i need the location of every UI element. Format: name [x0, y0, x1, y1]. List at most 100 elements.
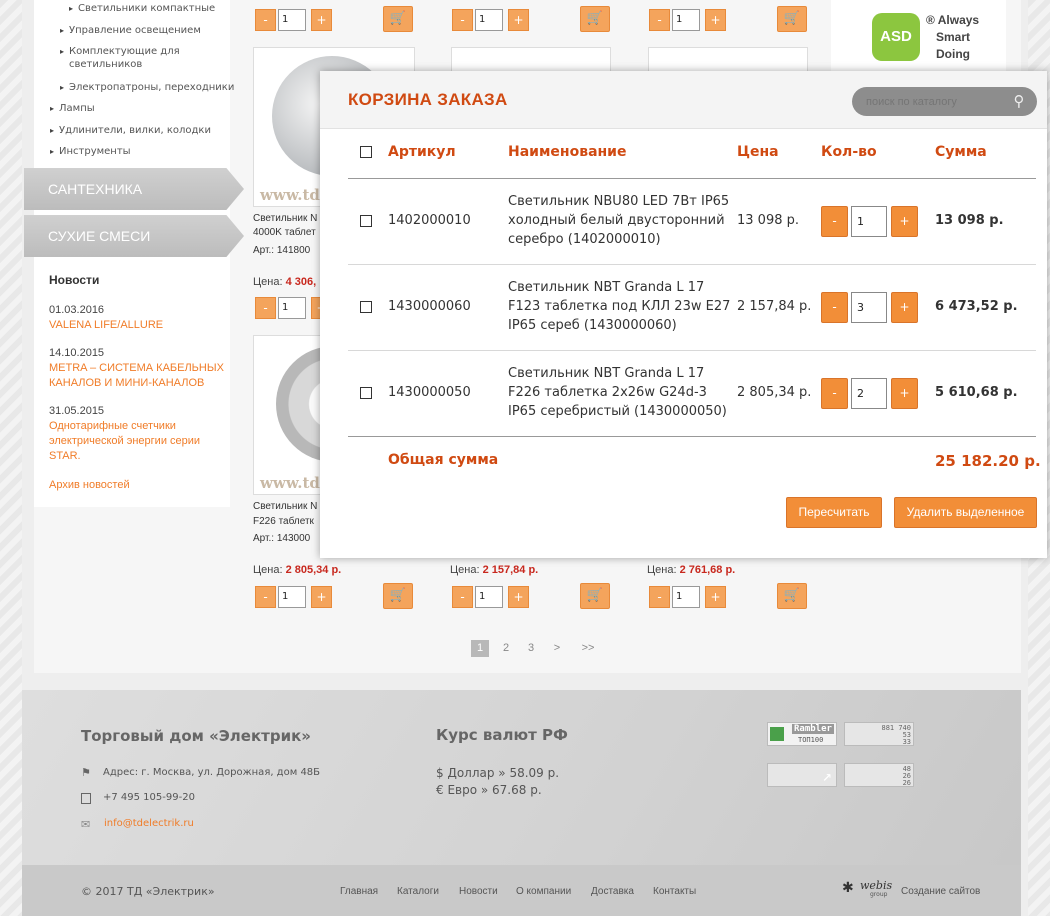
- delete-selected-button[interactable]: Удалить выделенное: [894, 497, 1037, 528]
- footer-nav-catalogs[interactable]: Каталоги: [397, 886, 439, 897]
- news-link[interactable]: VALENA LIFE/ALLURE: [49, 318, 224, 333]
- mail-counter[interactable]: 48 26 26: [844, 763, 914, 787]
- sidebar-tab-dry-mixes[interactable]: Сухие смеси: [24, 215, 244, 257]
- sidebar-item-compact-lamps[interactable]: Светильники компактные: [69, 2, 215, 15]
- row-checkbox[interactable]: [360, 215, 372, 227]
- qty-plus-button[interactable]: +: [508, 586, 529, 608]
- recalculate-button[interactable]: Пересчитать: [786, 497, 882, 528]
- sidebar-item-sockets[interactable]: Электропатроны, переходники: [60, 81, 234, 94]
- cart-row-name[interactable]: Светильник NBU80 LED 7Вт IP65 холодный б…: [508, 192, 729, 249]
- qty-minus-button[interactable]: -: [452, 586, 473, 608]
- qty-input[interactable]: 1: [278, 586, 306, 608]
- stats-counter[interactable]: ↗: [767, 763, 837, 787]
- qty-plus-button[interactable]: +: [705, 9, 726, 31]
- footer-nav-home[interactable]: Главная: [340, 886, 378, 897]
- qty-minus-button[interactable]: -: [255, 9, 276, 31]
- page-link-1[interactable]: 1: [471, 640, 489, 657]
- sidebar-item-tools[interactable]: Инструменты: [50, 145, 131, 158]
- product-name[interactable]: Светильник N: [253, 500, 319, 514]
- qty-minus-button[interactable]: -: [821, 292, 848, 323]
- add-to-cart-button[interactable]: 🛒: [580, 583, 610, 609]
- qty-input[interactable]: 1: [475, 586, 503, 608]
- cart-row-name[interactable]: Светильник NBT Granda L 17 F226 таблетка…: [508, 364, 727, 421]
- qty-minus-button[interactable]: -: [255, 586, 276, 608]
- footer-nav-contacts[interactable]: Контакты: [653, 886, 696, 897]
- footer-nav-news[interactable]: Новости: [459, 886, 498, 897]
- qty-input[interactable]: 3: [851, 292, 887, 323]
- cart-row-sum: 13 098 р.: [935, 213, 1004, 228]
- qty-input[interactable]: 1: [672, 9, 700, 31]
- qty-input[interactable]: 2: [851, 378, 887, 409]
- add-to-cart-button[interactable]: 🛒: [777, 583, 807, 609]
- price-value: 2 761,68 р.: [679, 564, 736, 576]
- rambler-counter[interactable]: Rambler ТОП100: [767, 722, 837, 746]
- footer-nav-about[interactable]: О компании: [516, 886, 571, 897]
- qty-minus-button[interactable]: -: [452, 9, 473, 31]
- news-archive-link[interactable]: Архив новостей: [49, 478, 224, 493]
- row-checkbox[interactable]: [360, 301, 372, 313]
- price-label: Цена:: [253, 276, 283, 288]
- qty-plus-button[interactable]: +: [311, 9, 332, 31]
- qty-minus-button[interactable]: -: [649, 9, 670, 31]
- news-link[interactable]: Однотарифные счетчики электрической энер…: [49, 419, 214, 464]
- qty-input[interactable]: 1: [278, 9, 306, 31]
- footer-copyright: © 2017 ТД «Электрик»: [81, 885, 215, 898]
- divider: [348, 264, 1036, 265]
- product-price: Цена: 4 306,: [253, 276, 316, 288]
- add-to-cart-button[interactable]: 🛒: [383, 6, 413, 32]
- qty-input[interactable]: 1: [851, 206, 887, 237]
- sidebar-tab-plumbing[interactable]: Сантехника: [24, 168, 244, 210]
- col-header-article: Артикул: [388, 144, 456, 160]
- slogan-line: Doing: [936, 47, 970, 61]
- page-last[interactable]: >>: [577, 640, 599, 657]
- qty-input[interactable]: 1: [672, 586, 700, 608]
- footer-email[interactable]: info@tdelectrik.ru: [104, 818, 194, 829]
- qty-minus-button[interactable]: -: [821, 206, 848, 237]
- cart-row-name[interactable]: Светильник NBT Granda L 17 F123 таблетка…: [508, 278, 730, 335]
- page-next[interactable]: >: [548, 640, 566, 657]
- price-value: 2 805,34 р.: [285, 564, 342, 576]
- webis-logo[interactable]: ✱ webis group: [842, 879, 894, 899]
- add-to-cart-button[interactable]: 🛒: [777, 6, 807, 32]
- page-link-3[interactable]: 3: [522, 640, 540, 657]
- qty-plus-button[interactable]: +: [705, 586, 726, 608]
- qty-plus-button[interactable]: +: [891, 206, 918, 237]
- footer-create-sites[interactable]: Создание сайтов: [901, 886, 980, 897]
- liveinternet-counter[interactable]: 881 740 53 33: [844, 722, 914, 746]
- sidebar-item-label: Комплектующие для светильников: [69, 46, 180, 70]
- add-to-cart-button[interactable]: 🛒: [383, 583, 413, 609]
- total-label: Общая сумма: [388, 452, 499, 468]
- slogan-line: Smart: [936, 30, 971, 44]
- product-name[interactable]: Светильник N: [253, 212, 319, 226]
- divider: [348, 436, 1036, 437]
- qty-plus-button[interactable]: +: [891, 378, 918, 409]
- qty-minus-button[interactable]: -: [821, 378, 848, 409]
- name-line: F226 таблетка 2x26w G24d-3: [508, 385, 707, 400]
- qty-plus-button[interactable]: +: [891, 292, 918, 323]
- qty-plus-button[interactable]: +: [508, 9, 529, 31]
- price-value: 4 306,: [285, 276, 317, 288]
- footer-nav-delivery[interactable]: Доставка: [591, 886, 634, 897]
- qty-plus-button[interactable]: +: [311, 586, 332, 608]
- search-icon[interactable]: ⚲: [1010, 92, 1028, 110]
- sidebar-item-lamps[interactable]: Лампы: [50, 102, 95, 115]
- sidebar-item-lamp-components[interactable]: Комплектующие для светильников: [60, 45, 209, 71]
- qty-minus-button[interactable]: -: [649, 586, 670, 608]
- counter-value: 26: [902, 779, 911, 787]
- cart-row-article: 1402000010: [388, 213, 471, 228]
- sidebar-item-extensions[interactable]: Удлинители, вилки, колодки: [50, 124, 211, 137]
- search-input[interactable]: [866, 87, 1006, 116]
- select-all-checkbox[interactable]: [360, 146, 372, 158]
- add-to-cart-button[interactable]: 🛒: [580, 6, 610, 32]
- qty-minus-button[interactable]: -: [255, 297, 276, 319]
- footer-company: Торговый дом «Электрик»: [81, 727, 311, 745]
- news-link[interactable]: METRA – СИСТЕМА КАБЕЛЬНЫХ КАНАЛОВ И МИНИ…: [49, 361, 224, 391]
- row-checkbox[interactable]: [360, 387, 372, 399]
- qty-input[interactable]: 1: [475, 9, 503, 31]
- qty-input[interactable]: 1: [278, 297, 306, 319]
- page-link-2[interactable]: 2: [497, 640, 515, 657]
- product-price: Цена: 2 761,68 р.: [647, 564, 735, 576]
- sidebar-item-lighting-control[interactable]: Управление освещением: [60, 24, 201, 37]
- left-stripe: [0, 0, 22, 916]
- webis-icon: ✱: [842, 880, 854, 896]
